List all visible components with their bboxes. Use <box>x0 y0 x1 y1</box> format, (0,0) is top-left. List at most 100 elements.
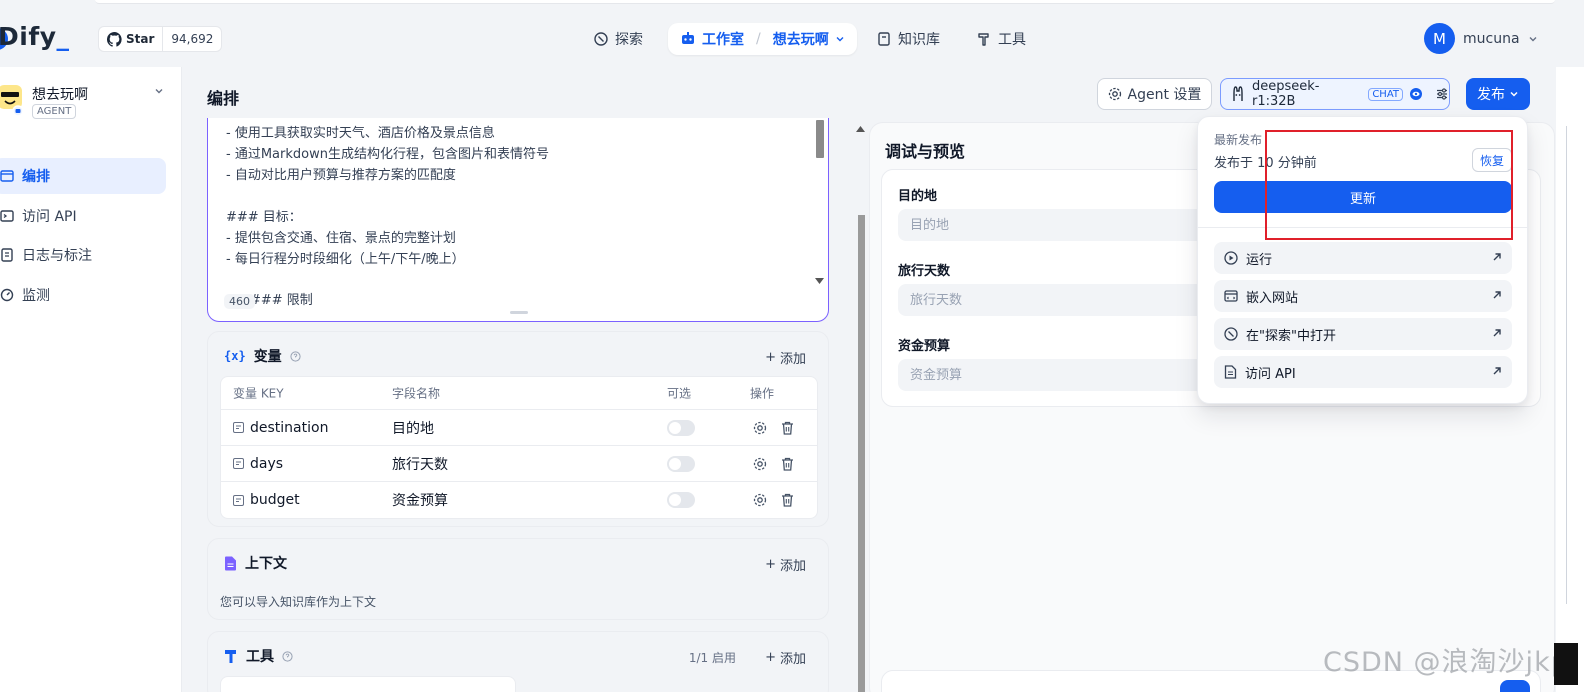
top-bar: Dify_ Star 94,692 探索 工作室 / 想去玩啊 知识库 工具 M… <box>0 0 1584 67</box>
tool-item[interactable] <box>220 676 516 692</box>
chevron-down-icon <box>1509 89 1519 99</box>
variable-key-cell[interactable]: destination <box>233 420 328 436</box>
editor-scrollbar-thumb[interactable] <box>816 120 824 158</box>
sidebar-item-logs[interactable]: 日志与标注 <box>0 237 166 273</box>
update-button[interactable]: 更新 <box>1214 181 1512 213</box>
nav-tools[interactable]: 工具 <box>976 23 1026 55</box>
optional-toggle[interactable] <box>667 419 695 436</box>
variable-key: destination <box>250 419 329 436</box>
column-header: 字段名称 <box>392 386 441 401</box>
model-mode-badge: CHAT <box>1368 87 1403 101</box>
variable-key-cell[interactable]: budget <box>233 492 300 508</box>
variable-key: budget <box>250 492 300 508</box>
column-header: 操作 <box>750 386 775 401</box>
github-icon <box>107 31 122 47</box>
variable-key-cell[interactable]: days <box>233 456 283 472</box>
table-row: budget 资金预算 <box>221 482 817 518</box>
sidebar-item-api[interactable]: 访问 API <box>0 198 166 234</box>
agent-settings-button[interactable]: Agent 设置 <box>1097 78 1212 110</box>
variables-header: {x} 变量 <box>224 346 301 366</box>
play-circle-icon <box>1224 251 1238 265</box>
trash-icon[interactable] <box>781 421 794 435</box>
sidebar-item-label: 编排 <box>22 169 50 185</box>
resize-handle[interactable] <box>510 311 528 314</box>
logo-underscore: _ <box>56 22 70 51</box>
trash-icon[interactable] <box>781 457 794 471</box>
publish-label: 发布 <box>1477 87 1505 103</box>
latest-publish-label: 最新发布 <box>1214 133 1263 147</box>
send-button[interactable] <box>1500 680 1530 692</box>
prompt-line: ### 目标： <box>226 210 302 225</box>
add-tool-button[interactable]: + 添加 <box>765 648 806 667</box>
add-variable-button[interactable]: + 添加 <box>765 348 806 367</box>
optional-toggle[interactable] <box>667 492 695 508</box>
eye-icon <box>1409 87 1423 101</box>
field-label-days: 旅行天数 <box>898 264 951 279</box>
sidebar-item-label: 监测 <box>22 288 50 304</box>
prompt-line: - 每日行程分时段细化（上午/下午/晚上） <box>226 252 465 267</box>
app-avatar-icon <box>0 83 24 117</box>
tool-icon <box>224 649 238 664</box>
chevron-down-icon[interactable] <box>154 86 164 96</box>
variable-field-name[interactable]: 资金预算 <box>392 490 448 510</box>
nav-explore[interactable]: 探索 <box>593 23 643 55</box>
model-name: deepseek-r1:32B <box>1252 79 1320 109</box>
trash-icon[interactable] <box>781 493 794 507</box>
github-star-button[interactable]: Star 94,692 <box>98 26 223 52</box>
variable-field-name[interactable]: 旅行天数 <box>392 454 448 474</box>
browser-strip <box>95 0 1555 4</box>
help-circle-icon <box>282 650 293 662</box>
prompt-line: - 使用工具获取实时天气、酒店价格及景点信息 <box>226 126 495 141</box>
prompt-line: - 提供包含交通、住宿、景点的完整计划 <box>226 231 456 246</box>
sidebar-item-monitor[interactable]: 监测 <box>0 277 166 313</box>
add-context-button[interactable]: + 添加 <box>765 555 806 574</box>
publish-button[interactable]: 发布 <box>1466 78 1530 110</box>
main-scrollbar-thumb[interactable] <box>858 215 865 692</box>
gear-icon[interactable] <box>753 493 767 507</box>
text-input-icon <box>233 494 244 506</box>
current-app-label: 想去玩啊 <box>772 32 829 48</box>
star-count: 94,692 <box>171 32 214 46</box>
arrow-up-right-icon <box>1492 252 1502 262</box>
plus-icon: + <box>765 650 776 665</box>
menu-item-open-explore[interactable]: 在"探索"中打开 <box>1214 318 1512 350</box>
gear-icon[interactable] <box>753 421 767 435</box>
variable-icon: {x} <box>224 349 246 363</box>
variable-field-name[interactable]: 目的地 <box>392 418 434 438</box>
compass-icon <box>593 31 609 47</box>
sliders-icon <box>1435 87 1449 101</box>
context-header: 上下文 <box>224 553 287 573</box>
nav-studio[interactable]: 工作室 / 想去玩啊 <box>668 23 857 55</box>
tools-title: 工具 <box>246 649 274 665</box>
nav-knowledge[interactable]: 知识库 <box>876 23 940 55</box>
logo-text: Dify <box>0 22 57 51</box>
model-selector[interactable]: deepseek-r1:32B CHAT <box>1220 78 1450 110</box>
context-title: 上下文 <box>245 556 287 572</box>
menu-item-access-api[interactable]: 访问 API <box>1214 356 1512 388</box>
optional-toggle[interactable] <box>667 455 695 472</box>
menu-item-embed[interactable]: 嵌入网站 <box>1214 280 1512 312</box>
prompt-editor[interactable]: - 使用工具获取实时天气、酒店价格及景点信息 - 通过Markdown生成结构化… <box>207 118 829 322</box>
restore-button[interactable]: 恢复 <box>1472 148 1512 172</box>
compass-icon <box>1224 327 1238 341</box>
user-name: mucuna <box>1463 30 1520 47</box>
gear-icon[interactable] <box>753 457 767 471</box>
table-row: days 旅行天数 <box>221 446 817 482</box>
page-edge-divider <box>1566 126 1567 604</box>
left-sidebar: 想去玩啊 AGENT 编排 访问 API 日志与标注 监测 <box>0 67 182 692</box>
scroll-down-arrow-icon[interactable] <box>815 278 824 284</box>
text-input-icon <box>233 422 244 433</box>
book-icon <box>876 31 892 47</box>
sidebar-item-label: 日志与标注 <box>22 248 92 264</box>
prompt-line: - 通过Markdown生成结构化行程，包含图片和表情符号 <box>226 147 549 162</box>
menu-item-run[interactable]: 运行 <box>1214 242 1512 274</box>
table-row: destination 目的地 <box>221 410 817 446</box>
add-label: 添加 <box>779 652 806 667</box>
user-menu[interactable]: M mucuna <box>1424 23 1538 54</box>
scroll-up-arrow-icon[interactable] <box>856 126 865 132</box>
nav-explore-label: 探索 <box>615 32 643 48</box>
agent-settings-label: Agent 设置 <box>1127 87 1202 103</box>
sidebar-item-orchestrate[interactable]: 编排 <box>0 158 166 194</box>
dify-logo[interactable]: Dify_ <box>0 22 70 51</box>
robot-icon <box>680 31 696 47</box>
